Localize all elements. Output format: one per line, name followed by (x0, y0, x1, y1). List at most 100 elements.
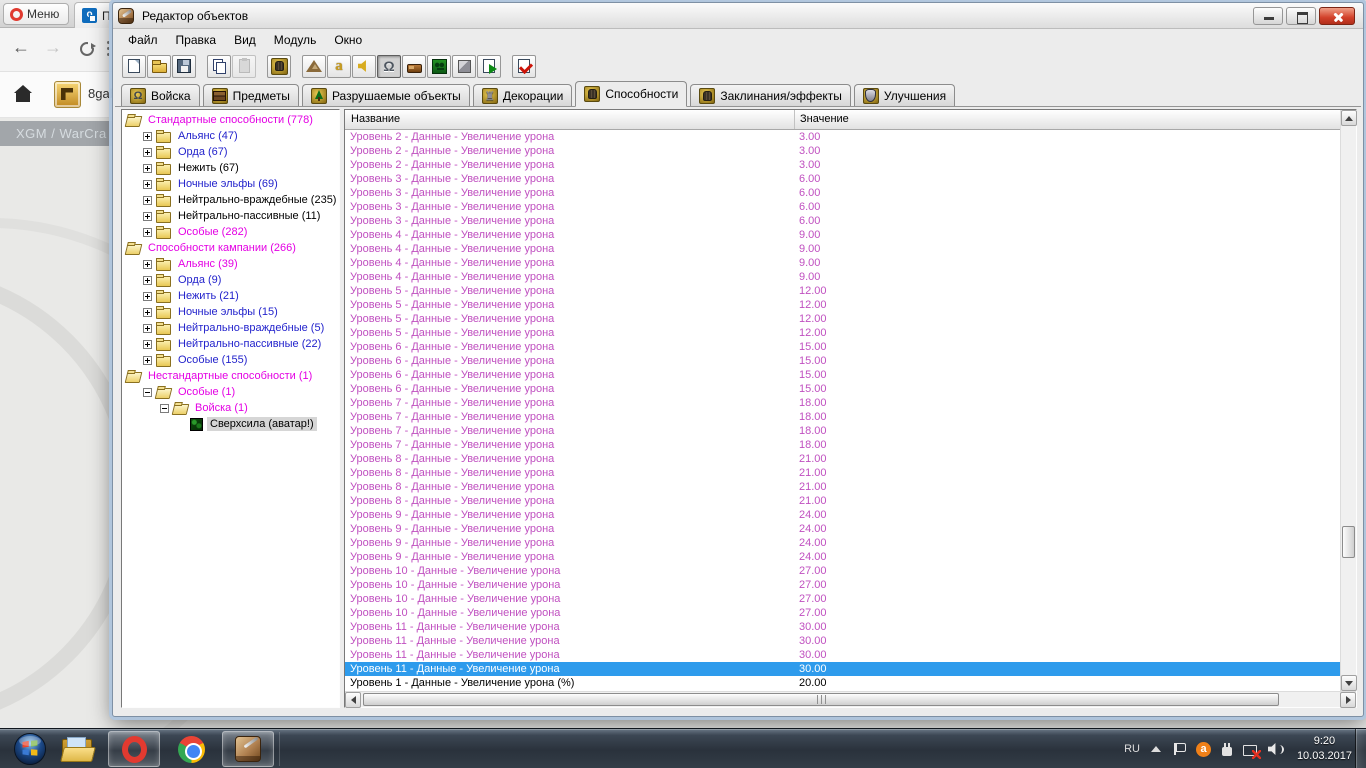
toolbar-button-new-document[interactable] (122, 54, 146, 78)
property-row[interactable]: Уровень 2 - Данные - Увеличение урона 3.0… (345, 144, 1340, 158)
reload-icon[interactable] (80, 41, 96, 56)
expander-plus-icon[interactable] (143, 147, 152, 157)
menu-item-3[interactable]: Модуль (265, 30, 326, 50)
toolbar-button-copy[interactable] (207, 54, 231, 78)
expander-plus-icon[interactable] (143, 179, 152, 189)
property-row[interactable]: Уровень 9 - Данные - Увеличение урона 24.… (345, 508, 1340, 522)
property-row[interactable]: Уровень 3 - Данные - Увеличение урона 6.0… (345, 200, 1340, 214)
toolbar-button-test-map[interactable] (512, 54, 536, 78)
expander-plus-icon[interactable] (143, 355, 152, 365)
taskbar-item-opera[interactable] (108, 731, 160, 767)
tab-fist-active[interactable]: Способности (575, 81, 688, 107)
menu-item-0[interactable]: Файл (119, 30, 167, 50)
expander-plus-icon[interactable] (143, 275, 152, 285)
tree-item[interactable]: Нейтрально-пассивные (11) (122, 208, 339, 224)
tree-item[interactable]: Сверхсила (аватар!) (122, 416, 339, 432)
tree-item[interactable]: Войска (1) (122, 400, 339, 416)
toolbar-button-open-folder[interactable] (147, 54, 171, 78)
tree-item[interactable]: Нейтрально-враждебные (5) (122, 320, 339, 336)
property-row[interactable]: Уровень 11 - Данные - Увеличение урона 30… (345, 620, 1340, 634)
forward-icon[interactable] (44, 37, 62, 58)
menu-item-1[interactable]: Правка (167, 30, 226, 50)
expander-plus-icon[interactable] (143, 195, 152, 205)
property-row[interactable]: Уровень 6 - Данные - Увеличение урона 15.… (345, 340, 1340, 354)
show-desktop-button[interactable] (1355, 729, 1366, 768)
property-row[interactable]: Уровень 5 - Данные - Увеличение урона 12.… (345, 326, 1340, 340)
tree-item[interactable]: Стандартные способности (778) (122, 112, 339, 128)
property-row[interactable]: Уровень 9 - Данные - Увеличение урона 24.… (345, 550, 1340, 564)
tree-item[interactable]: Ночные эльфы (15) (122, 304, 339, 320)
property-row[interactable]: Уровень 4 - Данные - Увеличение урона 9.0… (345, 228, 1340, 242)
property-row[interactable]: Уровень 3 - Данные - Увеличение урона 6.0… (345, 186, 1340, 200)
language-indicator[interactable]: RU (1124, 743, 1140, 755)
menu-item-2[interactable]: Вид (225, 30, 265, 50)
expander-plus-icon[interactable] (143, 211, 152, 221)
toolbar-button-sound-editor[interactable] (352, 54, 376, 78)
tree-item[interactable]: Орда (67) (122, 144, 339, 160)
list-header[interactable]: Название Значение (345, 110, 1340, 130)
home-icon[interactable] (14, 85, 32, 102)
horizontal-scrollbar[interactable] (345, 691, 1356, 708)
overflow-menu-icon[interactable] (107, 41, 110, 44)
menu-item-4[interactable]: Окно (325, 30, 371, 50)
property-row[interactable]: Уровень 3 - Данные - Увеличение урона 6.0… (345, 172, 1340, 186)
network-disconnected-icon[interactable] (1243, 744, 1261, 759)
property-row[interactable]: Уровень 8 - Данные - Увеличение урона 21.… (345, 480, 1340, 494)
start-button[interactable] (6, 731, 54, 767)
tab-chest-inactive[interactable]: Предметы (202, 84, 299, 106)
property-row[interactable]: Уровень 6 - Данные - Увеличение урона 15.… (345, 368, 1340, 382)
property-row[interactable]: Уровень 10 - Данные - Увеличение урона 27… (345, 606, 1340, 620)
toolbar-button-unit-helmet[interactable] (377, 54, 401, 78)
action-center-flag-icon[interactable] (1172, 742, 1186, 756)
horizontal-scroll-thumb[interactable] (363, 693, 1279, 706)
toolbar-button-ai-editor[interactable] (427, 54, 451, 78)
property-row[interactable]: Уровень 5 - Данные - Увеличение урона 12.… (345, 298, 1340, 312)
power-plug-icon[interactable] (1222, 743, 1232, 756)
expander-plus-icon[interactable] (143, 227, 152, 237)
taskbar-item-explorer[interactable] (54, 731, 100, 767)
tree-item[interactable]: Альянс (47) (122, 128, 339, 144)
expander-plus-icon[interactable] (143, 307, 152, 317)
toolbar-button-object-manager[interactable] (452, 54, 476, 78)
tab-tree-inactive[interactable]: Разрушаемые объекты (301, 84, 470, 106)
expander-plus-icon[interactable] (143, 339, 152, 349)
tree-item[interactable]: Особые (155) (122, 352, 339, 368)
toolbar-button-import-manager[interactable] (477, 54, 501, 78)
property-row[interactable]: Уровень 8 - Данные - Увеличение урона 21.… (345, 466, 1340, 480)
scroll-left-icon[interactable] (345, 692, 361, 708)
property-row[interactable]: Уровень 2 - Данные - Увеличение урона 3.0… (345, 130, 1340, 144)
property-row[interactable]: Уровень 1 - Данные - Увеличение урона (%… (345, 676, 1340, 690)
property-row[interactable]: Уровень 2 - Данные - Увеличение урона 3.0… (345, 158, 1340, 172)
property-row[interactable]: Уровень 9 - Данные - Увеличение урона 24.… (345, 536, 1340, 550)
property-row[interactable]: Уровень 9 - Данные - Увеличение урона 24.… (345, 522, 1340, 536)
property-row[interactable]: Уровень 3 - Данные - Увеличение урона 6.0… (345, 214, 1340, 228)
taskbar-item-chrome[interactable] (168, 731, 214, 767)
tree-item[interactable]: Особые (282) (122, 224, 339, 240)
tree-item[interactable]: Альянс (39) (122, 256, 339, 272)
tree-item[interactable]: Нежить (67) (122, 160, 339, 176)
property-row[interactable]: Уровень 5 - Данные - Увеличение урона 12.… (345, 284, 1340, 298)
tree-item[interactable]: Нестандартные способности (1) (122, 368, 339, 384)
toolbar-button-object-editor-fist[interactable] (267, 54, 291, 78)
scroll-down-icon[interactable] (1341, 675, 1357, 691)
expander-minus-icon[interactable] (160, 403, 169, 413)
tab-tower-inactive[interactable]: Декорации (472, 84, 573, 106)
tab-shield-inactive[interactable]: Улучшения (853, 84, 956, 106)
property-row[interactable]: Уровень 10 - Данные - Увеличение урона 27… (345, 564, 1340, 578)
speaker-icon[interactable] (1268, 743, 1284, 756)
property-row[interactable]: Уровень 6 - Данные - Увеличение урона 15.… (345, 382, 1340, 396)
toolbar-button-save[interactable] (172, 54, 196, 78)
property-row[interactable]: Уровень 8 - Данные - Увеличение урона 21.… (345, 452, 1340, 466)
property-row[interactable]: Уровень 7 - Данные - Увеличение урона 18.… (345, 424, 1340, 438)
tree-item[interactable]: Особые (1) (122, 384, 339, 400)
property-row[interactable]: Уровень 4 - Данные - Увеличение урона 9.0… (345, 256, 1340, 270)
property-row[interactable]: Уровень 4 - Данные - Увеличение урона 9.0… (345, 270, 1340, 284)
restore-button[interactable] (1286, 6, 1316, 25)
toolbar-button-trigger-editor[interactable] (327, 54, 351, 78)
toolbar-button-terrain-editor[interactable] (302, 54, 326, 78)
expander-plus-icon[interactable] (143, 291, 152, 301)
minimize-button[interactable] (1253, 6, 1283, 25)
property-row[interactable]: Уровень 8 - Данные - Увеличение урона 21.… (345, 494, 1340, 508)
property-row[interactable]: Уровень 11 - Данные - Увеличение урона 30… (345, 662, 1340, 676)
tree-item[interactable]: Нежить (21) (122, 288, 339, 304)
